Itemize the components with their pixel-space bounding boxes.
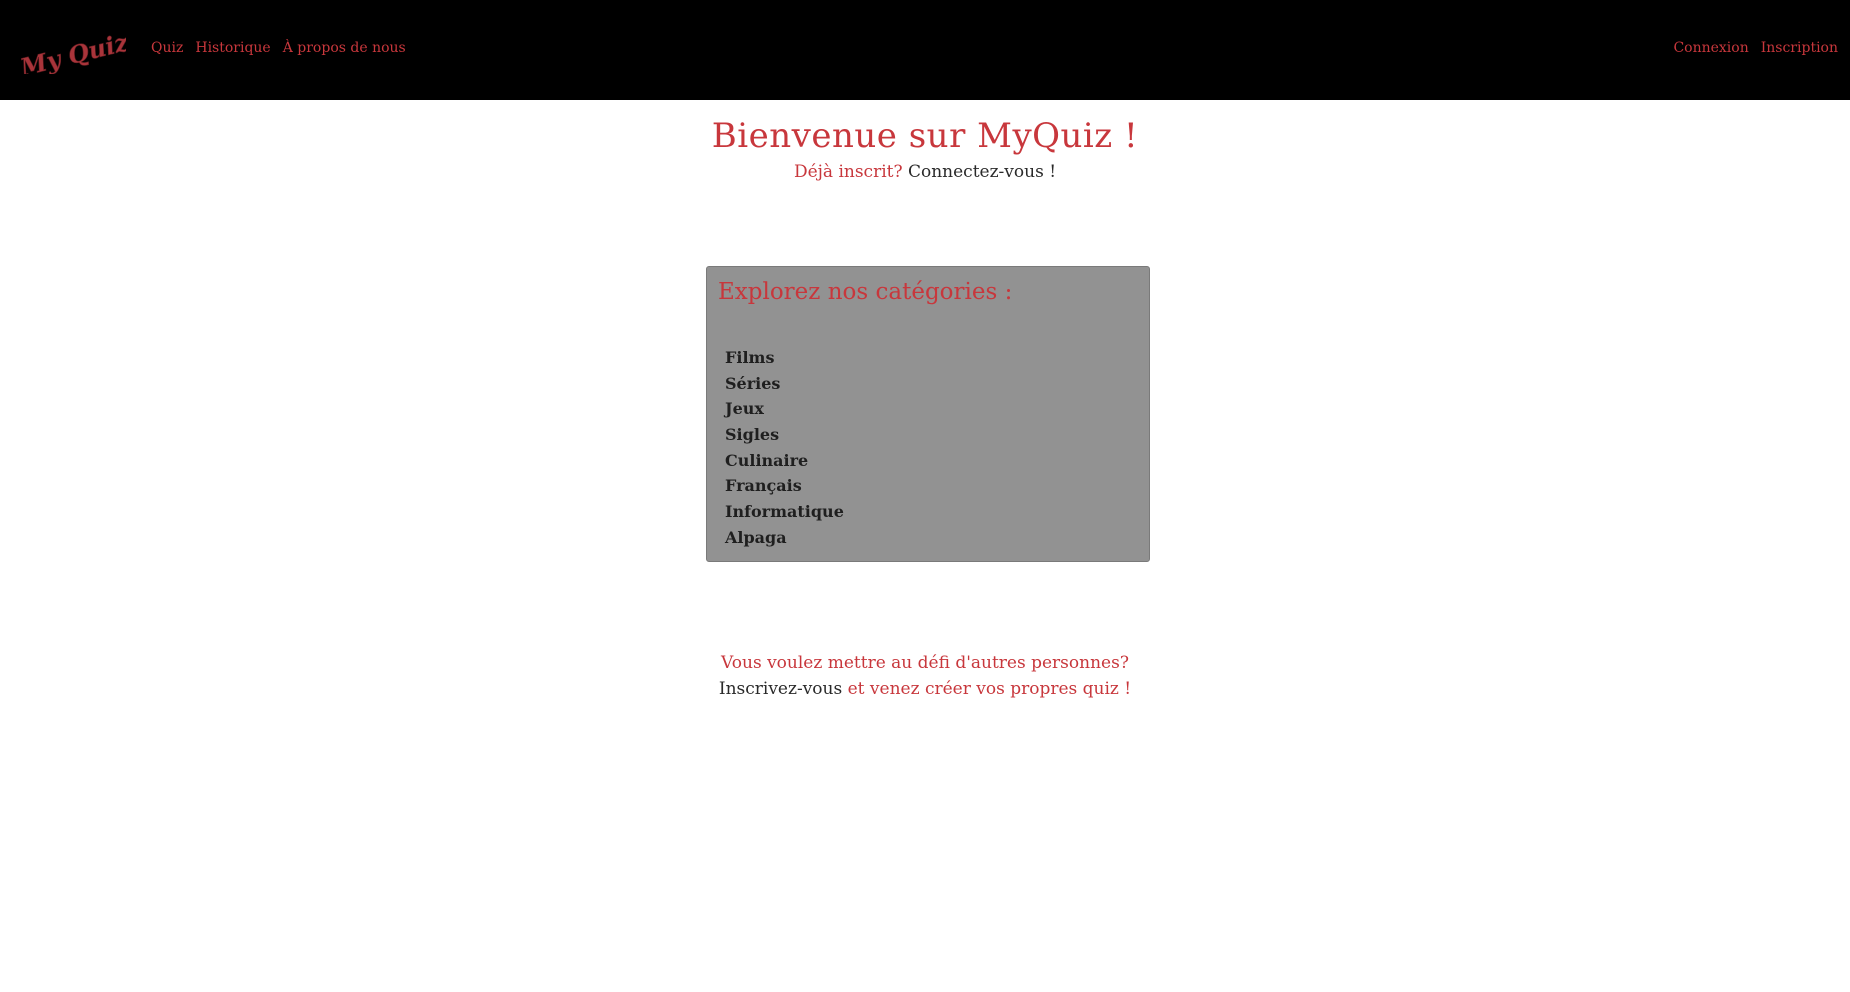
account-nav: Connexion Inscription <box>1673 40 1838 56</box>
cta-line2: Inscrivez-vous et venez créer vos propre… <box>0 676 1850 702</box>
category-alpaga[interactable]: Alpaga <box>725 525 844 551</box>
cta-challenge-text: Vous voulez mettre au défi d'autres pers… <box>721 653 1129 673</box>
categories-list: Films Séries Jeux Sigles Culinaire Franç… <box>725 345 844 551</box>
category-culinaire[interactable]: Culinaire <box>725 448 844 474</box>
category-series[interactable]: Séries <box>725 371 844 397</box>
nav-link-about[interactable]: À propos de nous <box>283 40 406 56</box>
top-navbar: My Quiz Quiz Historique À propos de nous… <box>0 0 1850 100</box>
signup-link[interactable]: Inscrivez-vous <box>719 679 842 699</box>
login-link[interactable]: Connectez-vous ! <box>908 162 1056 182</box>
myquiz-logo[interactable]: My Quiz <box>14 26 126 74</box>
category-informatique[interactable]: Informatique <box>725 499 844 525</box>
categories-card: Explorez nos catégories : Films Séries J… <box>706 266 1150 562</box>
signup-cta: Vous voulez mettre au défi d'autres pers… <box>0 650 1850 702</box>
categories-title: Explorez nos catégories : <box>718 279 1013 305</box>
category-jeux[interactable]: Jeux <box>725 396 844 422</box>
primary-nav: Quiz Historique À propos de nous <box>151 40 406 56</box>
category-francais[interactable]: Français <box>725 473 844 499</box>
nav-link-inscription[interactable]: Inscription <box>1761 40 1838 56</box>
category-sigles[interactable]: Sigles <box>725 422 844 448</box>
logo-text: My Quiz <box>16 27 126 74</box>
already-registered-text: Déjà inscrit? <box>793 162 903 182</box>
cta-create-text: et venez créer vos propres quiz ! <box>842 679 1132 699</box>
nav-link-connexion[interactable]: Connexion <box>1673 40 1748 56</box>
welcome-title: Bienvenue sur MyQuiz ! <box>711 116 1139 156</box>
login-prompt: Déjà inscrit? Connectez-vous ! <box>0 162 1850 182</box>
category-films[interactable]: Films <box>725 345 844 371</box>
nav-link-historique[interactable]: Historique <box>195 40 270 56</box>
nav-link-quiz[interactable]: Quiz <box>151 40 183 56</box>
